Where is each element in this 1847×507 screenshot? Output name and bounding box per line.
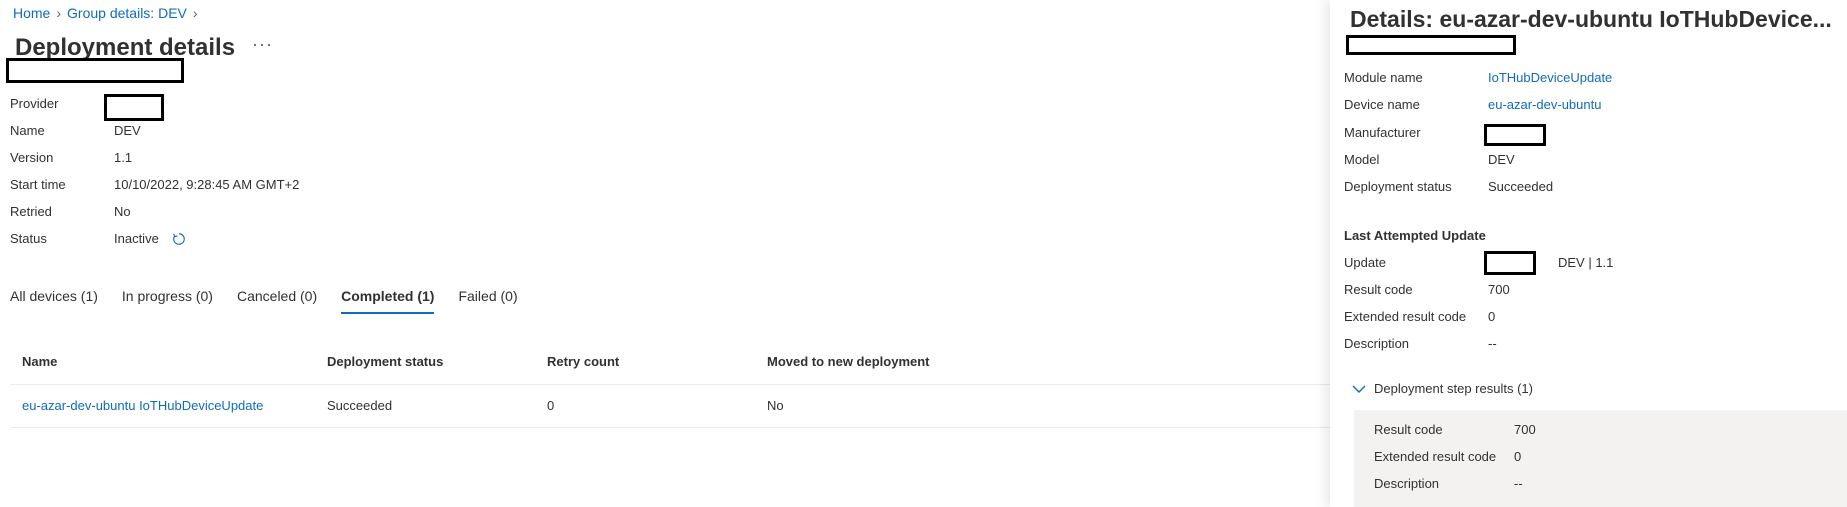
detail-label: Model — [1344, 152, 1380, 167]
refresh-icon[interactable] — [172, 232, 186, 246]
device-tabs: All devices (1) In progress (0) Canceled… — [10, 288, 518, 314]
moved-cell: No — [767, 398, 784, 413]
breadcrumb-group-link[interactable]: Group details: DEV — [67, 5, 187, 21]
module-name-link[interactable]: IoTHubDeviceUpdate — [1488, 70, 1612, 85]
property-label: Start time — [10, 177, 66, 192]
redacted-update-provider — [1484, 251, 1536, 275]
details-title: Details: eu-azar-dev-ubuntu IoTHubDevice… — [1350, 6, 1832, 32]
step-row-result-code: Result code 700 — [1374, 422, 1834, 444]
tab-all-devices[interactable]: All devices (1) — [10, 288, 98, 314]
redacted-manufacturer — [1484, 124, 1546, 146]
column-header-deployment-status[interactable]: Deployment status — [327, 354, 443, 369]
detail-value: 700 — [1488, 282, 1510, 297]
column-header-retry-count[interactable]: Retry count — [547, 354, 619, 369]
property-row-name: Name DEV — [10, 123, 410, 147]
column-header-name[interactable]: Name — [22, 354, 57, 369]
property-row-status: Status Inactive — [10, 231, 410, 255]
detail-value: Succeeded — [1488, 179, 1554, 194]
detail-label: Extended result code — [1344, 309, 1467, 324]
step-results-box: Result code 700 Extended result code 0 D… — [1354, 410, 1847, 507]
property-label: Status — [10, 231, 47, 246]
redacted-block — [6, 58, 184, 83]
detail-row-description: Description -- — [1344, 336, 1824, 358]
detail-label: Device name — [1344, 97, 1420, 112]
property-value: DEV — [114, 123, 141, 138]
chevron-right-icon: › — [56, 5, 62, 21]
step-results-expander[interactable]: Deployment step results (1) — [1352, 381, 1533, 396]
step-value: 700 — [1514, 422, 1536, 437]
property-value: 1.1 — [114, 150, 133, 165]
detail-label: Description — [1344, 336, 1410, 351]
step-label: Extended result code — [1374, 449, 1497, 464]
step-value: -- — [1514, 476, 1523, 491]
detail-label: Result code — [1344, 282, 1413, 297]
status-text: Inactive — [114, 231, 159, 246]
breadcrumb-home-link[interactable]: Home — [13, 5, 50, 21]
property-row-provider: Provider — [10, 96, 410, 120]
device-name-link[interactable]: eu-azar-dev-ubuntu — [1488, 97, 1601, 112]
device-name-link[interactable]: eu-azar-dev-ubuntu IoTHubDeviceUpdate — [22, 398, 263, 413]
property-row-retried: Retried No — [10, 204, 410, 228]
retry-count-cell: 0 — [547, 398, 555, 413]
detail-label: Manufacturer — [1344, 125, 1421, 140]
property-value: Inactive — [114, 231, 186, 246]
redacted-provider — [104, 94, 164, 121]
detail-label: Module name — [1344, 70, 1423, 85]
step-row-description: Description -- — [1374, 476, 1834, 498]
property-row-version: Version 1.1 — [10, 150, 410, 174]
row-divider — [10, 427, 1330, 428]
last-attempted-update-heading: Last Attempted Update — [1344, 228, 1486, 243]
row-divider — [10, 384, 1330, 385]
tab-completed[interactable]: Completed (1) — [341, 288, 435, 314]
property-value: No — [114, 204, 131, 219]
detail-row-result-code: Result code 700 — [1344, 282, 1824, 304]
step-value: 0 — [1514, 449, 1522, 464]
detail-value: DEV — [1488, 152, 1515, 167]
property-label: Name — [10, 123, 45, 138]
detail-value: 0 — [1488, 309, 1496, 324]
column-header-moved[interactable]: Moved to new deployment — [767, 354, 930, 369]
detail-label: Deployment status — [1344, 179, 1452, 194]
step-results-label: Deployment step results (1) — [1374, 381, 1533, 396]
chevron-right-icon: › — [192, 5, 198, 21]
property-value: 10/10/2022, 9:28:45 AM GMT+2 — [114, 177, 300, 192]
detail-row-manufacturer: Manufacturer — [1344, 125, 1824, 147]
detail-label: Update — [1344, 255, 1386, 270]
more-icon[interactable]: ··· — [252, 34, 273, 55]
detail-value: DEV | 1.1 — [1558, 255, 1614, 270]
step-row-extended-result-code: Extended result code 0 — [1374, 449, 1834, 471]
property-label: Version — [10, 150, 54, 165]
property-row-start-time: Start time 10/10/2022, 9:28:45 AM GMT+2 — [10, 177, 410, 201]
property-label: Provider — [10, 96, 59, 111]
step-label: Result code — [1374, 422, 1443, 437]
detail-value: -- — [1488, 336, 1497, 351]
step-label: Description — [1374, 476, 1440, 491]
detail-row-extended-result-code: Extended result code 0 — [1344, 309, 1824, 331]
detail-row-module-name: Module name IoTHubDeviceUpdate — [1344, 70, 1824, 92]
tab-canceled[interactable]: Canceled (0) — [237, 288, 317, 314]
redacted-block — [1346, 35, 1516, 55]
property-label: Retried — [10, 204, 52, 219]
detail-row-device-name: Device name eu-azar-dev-ubuntu — [1344, 97, 1824, 119]
deployment-status-cell: Succeeded — [327, 398, 393, 413]
detail-row-update: Update DEV | 1.1 — [1344, 255, 1824, 277]
tab-failed[interactable]: Failed (0) — [458, 288, 517, 314]
chevron-down-icon — [1352, 385, 1366, 393]
detail-row-model: Model DEV — [1344, 152, 1824, 174]
breadcrumb: Home › Group details: DEV › — [13, 5, 198, 21]
detail-row-deployment-status: Deployment status Succeeded — [1344, 179, 1824, 201]
details-panel: Details: eu-azar-dev-ubuntu IoTHubDevice… — [1330, 0, 1847, 507]
tab-in-progress[interactable]: In progress (0) — [122, 288, 213, 314]
